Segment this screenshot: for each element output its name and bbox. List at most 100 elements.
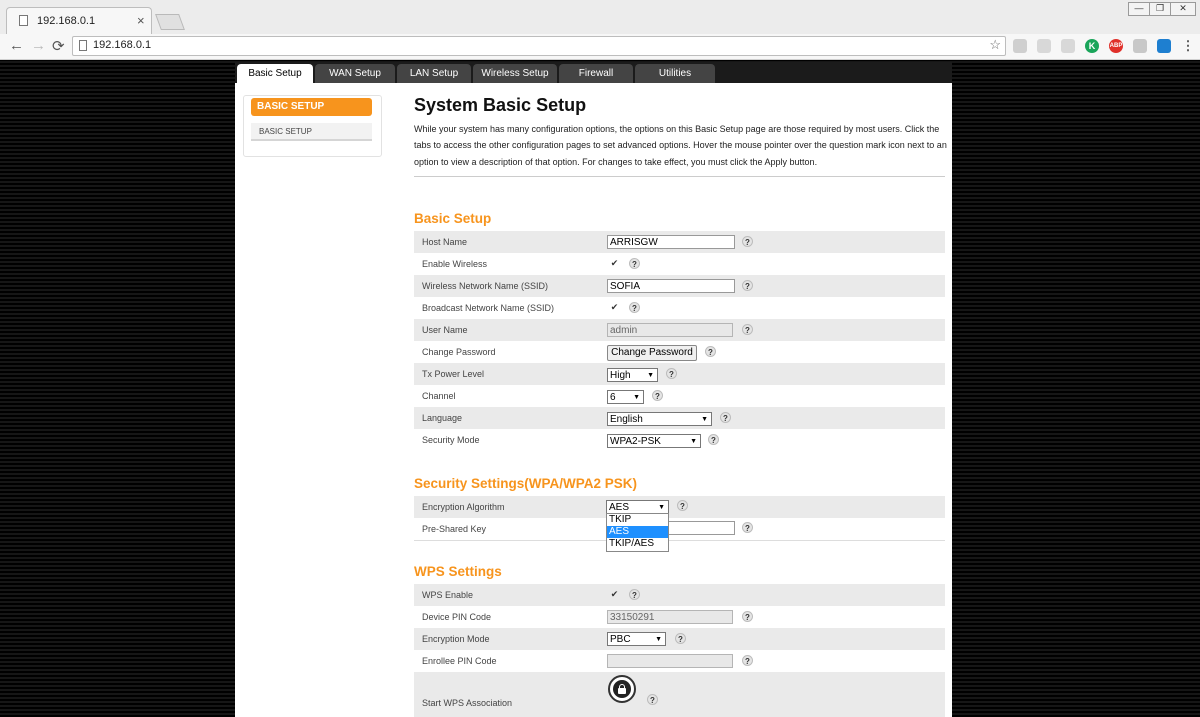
extension-icon-3[interactable] — [1061, 39, 1075, 53]
row-enrollee-pin: Enrollee PIN Code ? — [414, 650, 945, 672]
encryption-algorithm-label: Encryption Algorithm — [422, 502, 505, 512]
encryption-algorithm-value: AES — [609, 502, 630, 513]
extension-icon-2[interactable] — [1037, 39, 1051, 53]
tab-title: 192.168.0.1 — [37, 15, 96, 27]
tab-close-icon[interactable]: × — [137, 13, 145, 28]
tab-lan-setup[interactable]: LAN Setup — [397, 64, 471, 83]
help-icon[interactable]: ? — [652, 390, 663, 401]
divider — [414, 176, 945, 177]
tab-firewall[interactable]: Firewall — [559, 64, 633, 83]
sidebar: BASIC SETUP BASIC SETUP — [243, 95, 382, 157]
channel-select[interactable]: 6 ▼ — [607, 390, 644, 404]
enrollee-pin-input — [607, 654, 733, 668]
main-nav-tabs: Basic Setup WAN Setup LAN Setup Wireless… — [235, 62, 952, 83]
help-icon[interactable]: ? — [705, 346, 716, 357]
row-broadcast-ssid: Broadcast Network Name (SSID) ✔ ? — [414, 297, 945, 319]
help-icon[interactable]: ? — [742, 280, 753, 291]
url-text[interactable]: 192.168.0.1 — [93, 39, 151, 51]
row-language: Language English ▼ ? — [414, 407, 945, 429]
encryption-mode-select[interactable]: PBC ▼ — [607, 632, 666, 646]
row-encryption-mode: Encryption Mode PBC ▼ ? — [414, 628, 945, 650]
dropdown-option-aes[interactable]: AES — [607, 526, 668, 538]
encryption-algorithm-dropdown-list: TKIP AES TKIP/AES — [606, 513, 669, 552]
help-icon[interactable]: ? — [742, 324, 753, 335]
change-password-button[interactable]: Change Password — [607, 345, 697, 361]
extension-icon-6[interactable] — [1133, 39, 1147, 53]
broadcast-ssid-checkbox[interactable]: ✔ — [609, 302, 620, 313]
help-icon[interactable]: ? — [629, 302, 640, 313]
help-icon[interactable]: ? — [742, 611, 753, 622]
page-title: System Basic Setup — [414, 95, 587, 115]
dropdown-arrow-icon: ▼ — [701, 416, 708, 423]
help-icon[interactable]: ? — [742, 522, 753, 533]
tab-wireless-setup[interactable]: Wireless Setup — [473, 64, 557, 83]
address-bar[interactable]: 192.168.0.1 ☆ — [72, 36, 1006, 56]
row-start-wps: Start WPS Association ? — [414, 672, 945, 717]
lock-icon — [613, 680, 631, 698]
back-icon[interactable]: ← — [9, 37, 24, 54]
page-icon — [19, 15, 28, 26]
wps-enable-checkbox[interactable]: ✔ — [609, 589, 620, 600]
new-tab-button[interactable] — [155, 14, 185, 30]
row-device-pin: Device PIN Code 33150291 ? — [414, 606, 945, 628]
maximize-button[interactable]: ❐ — [1149, 2, 1171, 16]
pre-shared-key-label: Pre-Shared Key — [422, 524, 487, 534]
tx-power-select[interactable]: High ▼ — [607, 368, 658, 382]
close-window-button[interactable]: ✕ — [1170, 2, 1196, 16]
k-extension-icon[interactable]: K — [1085, 39, 1099, 53]
tab-utilities[interactable]: Utilities — [635, 64, 715, 83]
device-pin-input: 33150291 — [607, 610, 733, 624]
dropdown-arrow-icon: ▼ — [633, 394, 640, 401]
tab-basic-setup[interactable]: Basic Setup — [237, 64, 313, 83]
security-mode-select[interactable]: WPA2-PSK ▼ — [607, 434, 701, 448]
dropdown-arrow-icon: ▼ — [655, 636, 662, 643]
browser-toolbar: ← → ⟳ 192.168.0.1 ☆ K ABP ⋮ — [0, 34, 1200, 60]
enrollee-pin-label: Enrollee PIN Code — [422, 656, 497, 666]
browser-tab[interactable]: 192.168.0.1 × — [6, 7, 152, 34]
router-config-page: Basic Setup WAN Setup LAN Setup Wireless… — [235, 62, 952, 717]
row-wps-enable: WPS Enable ✔ ? — [414, 584, 945, 606]
help-icon[interactable]: ? — [708, 434, 719, 445]
help-icon[interactable]: ? — [742, 236, 753, 247]
help-icon[interactable]: ? — [675, 633, 686, 644]
page-info-icon[interactable] — [79, 40, 87, 51]
row-pre-shared-key: Pre-Shared Key ? — [414, 518, 945, 541]
enable-wireless-checkbox[interactable]: ✔ — [609, 258, 620, 269]
language-value: English — [610, 414, 643, 425]
help-icon[interactable]: ? — [720, 412, 731, 423]
start-wps-label: Start WPS Association — [422, 698, 513, 708]
row-ssid: Wireless Network Name (SSID) SOFIA ? — [414, 275, 945, 297]
minimize-button[interactable]: — — [1128, 2, 1150, 16]
wps-enable-label: WPS Enable — [422, 590, 474, 600]
forward-icon[interactable]: → — [31, 37, 46, 54]
language-select[interactable]: English ▼ — [607, 412, 712, 426]
row-user-name: User Name admin ? — [414, 319, 945, 341]
extension-icon-1[interactable] — [1013, 39, 1027, 53]
sidebar-item-basic-setup[interactable]: BASIC SETUP — [251, 123, 372, 141]
menu-icon[interactable]: ⋮ — [1181, 39, 1195, 53]
tab-wan-setup[interactable]: WAN Setup — [315, 64, 395, 83]
row-enable-wireless: Enable Wireless ✔ ? — [414, 253, 945, 275]
channel-value: 6 — [610, 392, 616, 403]
help-icon[interactable]: ? — [666, 368, 677, 379]
encryption-algorithm-select[interactable]: AES ▼ — [606, 500, 669, 514]
ssid-input[interactable]: SOFIA — [607, 279, 735, 293]
host-name-input[interactable]: ARRISGW — [607, 235, 735, 249]
row-change-password: Change Password Change Password ? — [414, 341, 945, 363]
help-icon[interactable]: ? — [647, 694, 658, 705]
help-icon[interactable]: ? — [742, 655, 753, 666]
help-icon[interactable]: ? — [629, 258, 640, 269]
row-tx-power: Tx Power Level High ▼ ? — [414, 363, 945, 385]
broadcast-ssid-label: Broadcast Network Name (SSID) — [422, 303, 555, 313]
abp-extension-icon[interactable]: ABP — [1109, 39, 1123, 53]
help-icon[interactable]: ? — [629, 589, 640, 600]
bookmark-star-icon[interactable]: ☆ — [989, 37, 1001, 53]
start-wps-button[interactable] — [608, 675, 636, 703]
sidebar-header-basic-setup[interactable]: BASIC SETUP — [251, 98, 372, 116]
dropdown-option-tkip[interactable]: TKIP — [607, 514, 668, 526]
extension-icon-7[interactable] — [1157, 39, 1171, 53]
help-icon[interactable]: ? — [677, 500, 688, 511]
dropdown-option-tkip-aes[interactable]: TKIP/AES — [607, 538, 668, 550]
section-wps-settings-title: WPS Settings — [414, 564, 502, 579]
reload-icon[interactable]: ⟳ — [52, 37, 65, 55]
